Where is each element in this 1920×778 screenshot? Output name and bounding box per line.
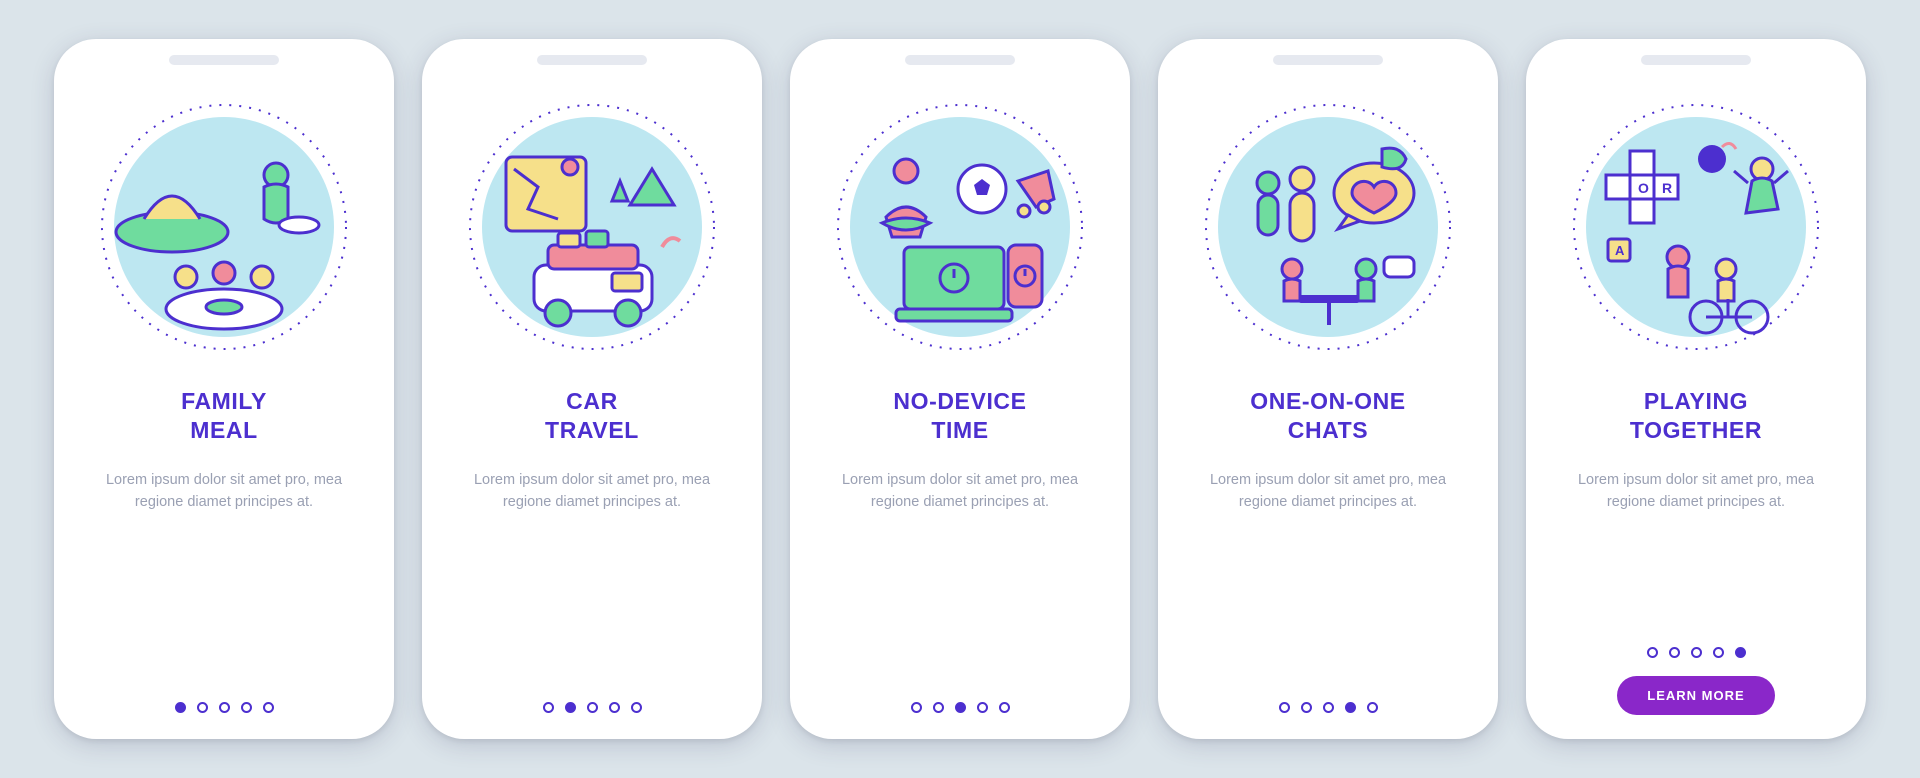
- card-title: No-Device Time: [893, 387, 1026, 445]
- onboarding-card-family-meal: Family Meal Lorem ipsum dolor sit amet p…: [54, 39, 394, 739]
- pagination-dot[interactable]: [999, 702, 1010, 713]
- pagination-dot[interactable]: [263, 702, 274, 713]
- pagination-dot[interactable]: [587, 702, 598, 713]
- pagination-dot[interactable]: [1301, 702, 1312, 713]
- pagination-dot[interactable]: [197, 702, 208, 713]
- pagination-dot[interactable]: [1367, 702, 1378, 713]
- pagination-dot[interactable]: [631, 702, 642, 713]
- card-description: Lorem ipsum dolor sit amet pro, mea regi…: [94, 469, 354, 514]
- pagination-dot[interactable]: [955, 702, 966, 713]
- pagination-dot[interactable]: [1713, 647, 1724, 658]
- car-travel-icon: [462, 97, 722, 357]
- pagination-dot[interactable]: [1345, 702, 1356, 713]
- card-description: Lorem ipsum dolor sit amet pro, mea regi…: [1566, 469, 1826, 514]
- family-meal-icon: [94, 97, 354, 357]
- pagination-dot[interactable]: [911, 702, 922, 713]
- svg-text:O: O: [1638, 180, 1649, 196]
- onboarding-card-no-device-time: No-Device Time Lorem ipsum dolor sit ame…: [790, 39, 1130, 739]
- card-description: Lorem ipsum dolor sit amet pro, mea regi…: [1198, 469, 1458, 514]
- pagination-dot[interactable]: [1735, 647, 1746, 658]
- pagination-dot[interactable]: [933, 702, 944, 713]
- pagination-dot[interactable]: [241, 702, 252, 713]
- pagination-dot[interactable]: [977, 702, 988, 713]
- pagination-dots: [543, 702, 642, 713]
- pagination-dots: [1647, 647, 1746, 658]
- card-title: Playing Together: [1630, 387, 1762, 445]
- playing-together-icon: O R A: [1566, 97, 1826, 357]
- onboarding-card-car-travel: Car Travel Lorem ipsum dolor sit amet pr…: [422, 39, 762, 739]
- onboarding-card-one-on-one-chats: One-on-One Chats Lorem ipsum dolor sit a…: [1158, 39, 1498, 739]
- pagination-dot[interactable]: [1323, 702, 1334, 713]
- pagination-dots: [911, 702, 1010, 713]
- svg-text:R: R: [1662, 180, 1672, 196]
- pagination-dot[interactable]: [543, 702, 554, 713]
- pagination-dots: [1279, 702, 1378, 713]
- one-on-one-chats-icon: [1198, 97, 1458, 357]
- pagination-dot[interactable]: [1691, 647, 1702, 658]
- svg-text:A: A: [1615, 243, 1625, 258]
- pagination-dot[interactable]: [609, 702, 620, 713]
- pagination-dot[interactable]: [565, 702, 576, 713]
- no-device-time-icon: [830, 97, 1090, 357]
- onboarding-card-playing-together: O R A Playing Together Lorem ipsum dolor…: [1526, 39, 1866, 739]
- learn-more-button[interactable]: LEARN MORE: [1617, 676, 1774, 715]
- card-description: Lorem ipsum dolor sit amet pro, mea regi…: [462, 469, 722, 514]
- pagination-dot[interactable]: [1669, 647, 1680, 658]
- pagination-dot[interactable]: [175, 702, 186, 713]
- pagination-dot[interactable]: [219, 702, 230, 713]
- card-title: Car Travel: [545, 387, 639, 445]
- card-title: Family Meal: [181, 387, 267, 445]
- card-description: Lorem ipsum dolor sit amet pro, mea regi…: [830, 469, 1090, 514]
- pagination-dots: [175, 702, 274, 713]
- pagination-dot[interactable]: [1647, 647, 1658, 658]
- pagination-dot[interactable]: [1279, 702, 1290, 713]
- card-title: One-on-One Chats: [1250, 387, 1406, 445]
